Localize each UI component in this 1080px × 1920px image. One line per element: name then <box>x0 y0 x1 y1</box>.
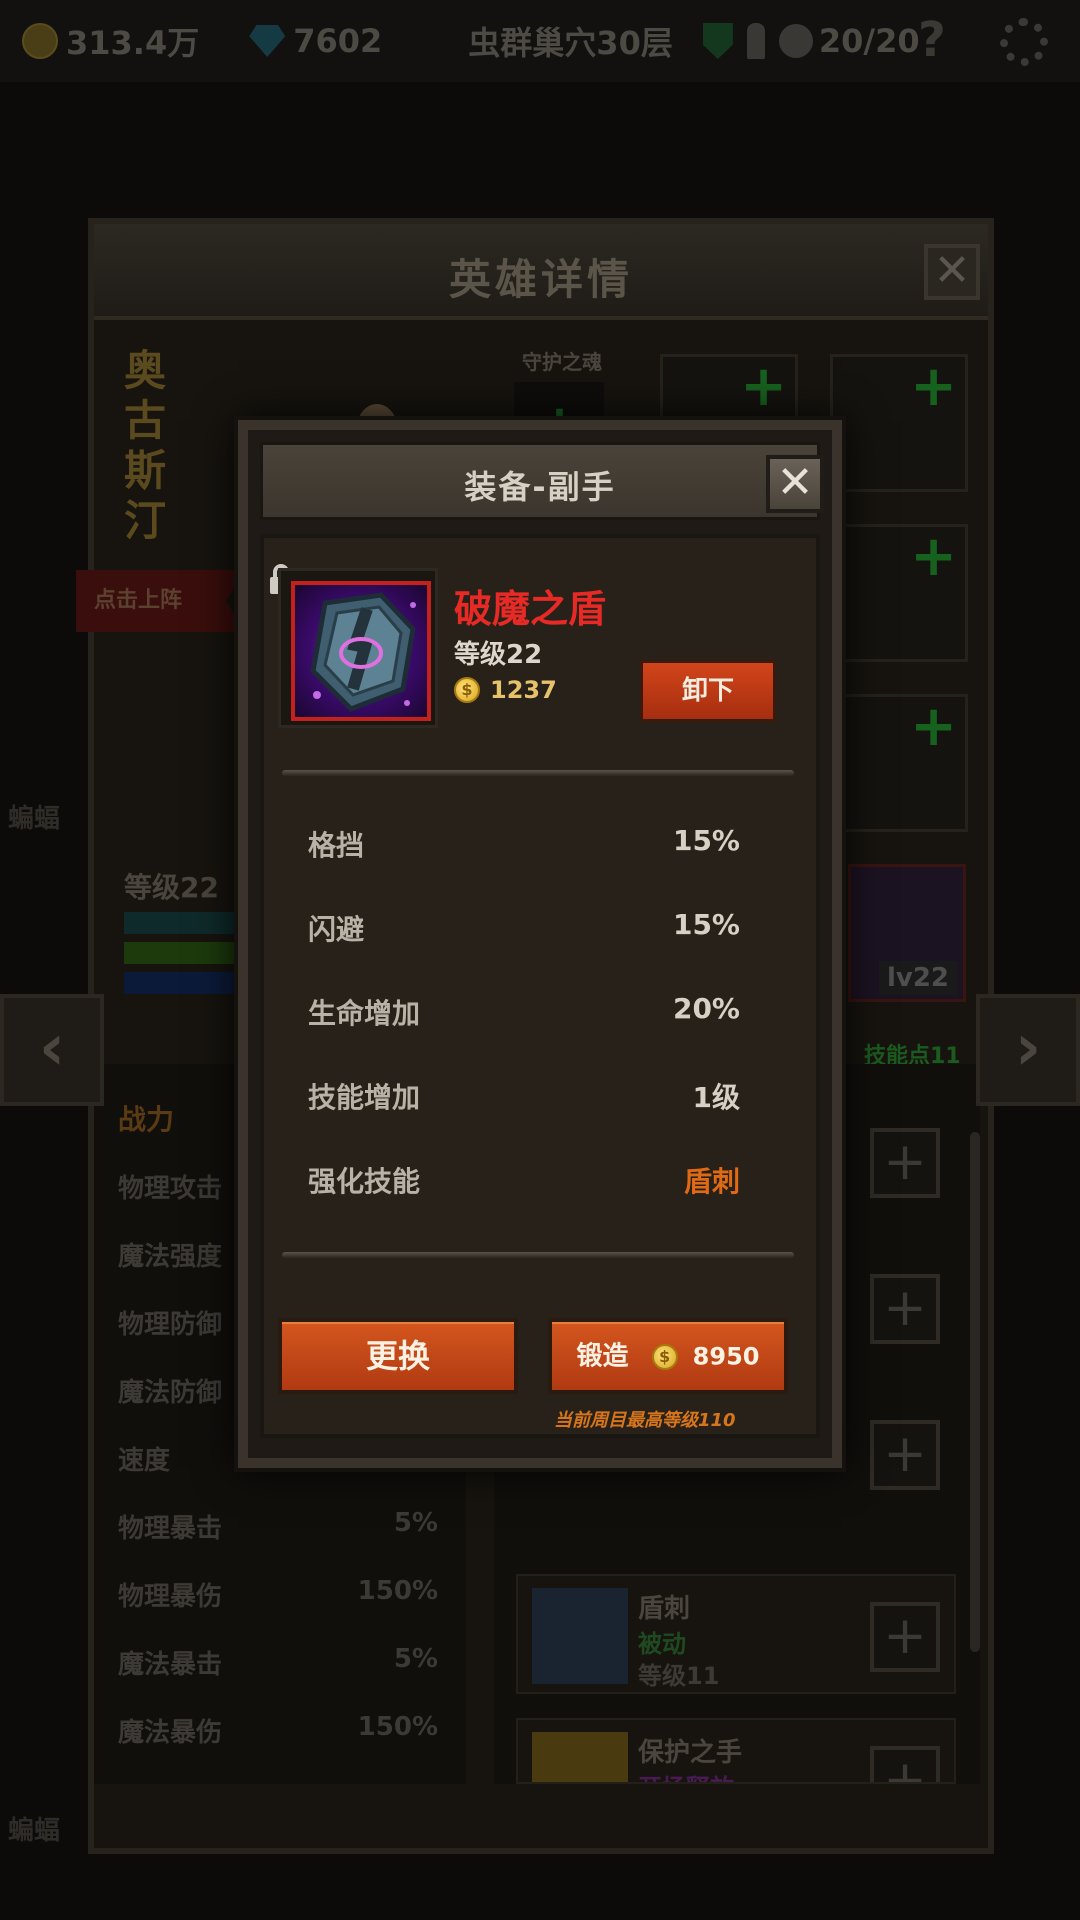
hero-panel-title: 英雄详情 <box>448 255 633 304</box>
add-icon: + <box>910 694 957 759</box>
item-name: 破魔之盾 <box>454 587 607 631</box>
skill-card[interactable]: 保护之手 开场释放 + <box>516 1718 956 1784</box>
shield-item-icon <box>291 581 431 721</box>
modal-header: 装备-副手 ✕ <box>260 442 824 520</box>
skill-upgrade-button[interactable]: + <box>870 1602 940 1672</box>
add-icon: + <box>910 354 957 419</box>
skill-upgrade-button[interactable]: + <box>870 1420 940 1490</box>
combat-power-label: 战力 <box>118 1103 175 1136</box>
attribute-name: 闪避 <box>308 913 365 946</box>
side-unit-label: 蝙蝠 <box>8 804 61 834</box>
shield-icon <box>702 23 733 59</box>
deploy-ribbon[interactable]: 点击上阵 <box>76 570 246 632</box>
prev-hero-button[interactable]: ‹ <box>0 994 104 1106</box>
stat-row: 物理暴击 5% <box>118 1508 438 1544</box>
equipped-offhand-slot[interactable]: lv22 <box>848 864 966 1002</box>
gold-coin-icon <box>22 23 58 59</box>
skill-name: 盾刺 <box>638 1594 691 1624</box>
add-icon: + <box>740 354 787 419</box>
help-button[interactable]: ? <box>918 12 946 68</box>
forge-button[interactable]: 锻造 $ 8950 <box>548 1318 788 1394</box>
stage-label: 虫群巢穴30层 <box>468 24 673 62</box>
hero-level: 等级22 <box>124 871 219 904</box>
modal-title: 装备-副手 <box>464 468 616 506</box>
settings-gear-icon[interactable] <box>1000 18 1048 66</box>
equipment-modal: 装备-副手 ✕ 破魔之盾 等级22 $ 1237 卸下 格挡 15% 闪避 15… <box>238 420 842 1468</box>
forge-cost: 8950 <box>692 1342 760 1371</box>
gold-amount: 313.4万 <box>66 24 200 62</box>
skill-type: 开场释放 <box>638 1768 734 1782</box>
attribute-name: 生命增加 <box>308 997 421 1030</box>
coin-icon: $ <box>651 1343 678 1370</box>
skill-card[interactable]: 盾刺 被动 等级11 + <box>516 1574 956 1694</box>
attribute-row: 生命增加 20% <box>308 992 740 1032</box>
gem-amount: 7602 <box>293 22 383 60</box>
item-sell-price: $ 1237 <box>454 676 557 704</box>
attribute-name: 强化技能 <box>308 1165 421 1198</box>
mp-bar <box>124 972 244 994</box>
skill-upgrade-button[interactable]: + <box>870 1746 940 1782</box>
attribute-value: 15% <box>672 824 740 857</box>
next-hero-button[interactable]: › <box>976 994 1080 1106</box>
hero-panel-close-button[interactable]: ✕ <box>924 244 980 300</box>
hero-name: 奥古斯汀 <box>124 346 167 545</box>
attribute-row: 强化技能 盾刺 <box>308 1160 740 1200</box>
forge-label: 锻造 <box>576 1341 629 1372</box>
skill-upgrade-button[interactable]: + <box>870 1274 940 1344</box>
equip-slot-4[interactable]: + <box>830 694 968 832</box>
hero-panel-header: 英雄详情 ✕ <box>94 224 988 320</box>
equipped-level-badge: lv22 <box>878 961 957 995</box>
stat-row: 魔法暴伤 150% <box>118 1712 438 1748</box>
key-icon <box>746 23 765 59</box>
coin-icon: $ <box>454 677 480 703</box>
skill-list-scrollbar[interactable] <box>970 1132 980 1652</box>
item-icon-frame <box>278 568 438 728</box>
skull-count: 20/20 <box>818 22 920 60</box>
equip-slot-2[interactable]: + <box>830 354 968 492</box>
stat-row: 魔法暴击 5% <box>118 1644 438 1680</box>
skill-upgrade-button[interactable]: + <box>870 1128 940 1198</box>
skill-icon <box>532 1732 628 1782</box>
replace-button[interactable]: 更换 <box>278 1318 518 1394</box>
divider <box>282 1252 794 1258</box>
xp-bar <box>124 912 244 934</box>
price-value: 1237 <box>490 676 557 704</box>
guard-soul-label: 守护之魂 <box>522 350 602 374</box>
modal-close-button[interactable]: ✕ <box>766 455 824 513</box>
attribute-value: 15% <box>672 908 740 941</box>
attribute-row: 格挡 15% <box>308 824 740 864</box>
attribute-row: 闪避 15% <box>308 908 740 948</box>
attribute-name: 技能增加 <box>308 1081 421 1114</box>
gem-icon <box>249 25 286 57</box>
attribute-row: 技能增加 1级 <box>308 1076 740 1116</box>
attribute-value: 1级 <box>692 1081 740 1114</box>
skill-icon <box>532 1588 628 1684</box>
stat-row: 物理暴伤 150% <box>118 1576 438 1612</box>
skill-type: 被动 <box>638 1630 686 1658</box>
skill-name: 保护之手 <box>638 1738 743 1768</box>
divider <box>282 770 794 776</box>
bottom-unit-label: 蝙蝠 <box>8 1816 61 1846</box>
top-hud: 313.4万 7602 虫群巢穴30层 20/20 ? <box>0 0 1080 82</box>
max-level-note: 当前周目最高等级110 <box>554 1410 736 1431</box>
unequip-button[interactable]: 卸下 <box>640 660 776 722</box>
add-icon: + <box>910 524 957 589</box>
equip-slot-3[interactable]: + <box>830 524 968 662</box>
item-level: 等级22 <box>454 640 543 670</box>
enhanced-skill-value: 盾刺 <box>683 1165 740 1198</box>
modal-body: 破魔之盾 等级22 $ 1237 卸下 格挡 15% 闪避 15% 生命增加 2… <box>260 534 820 1438</box>
hp-bar <box>124 942 244 964</box>
skill-level: 等级11 <box>638 1662 720 1690</box>
skull-icon <box>778 24 813 58</box>
attribute-value: 20% <box>672 992 740 1025</box>
attribute-name: 格挡 <box>308 829 365 862</box>
